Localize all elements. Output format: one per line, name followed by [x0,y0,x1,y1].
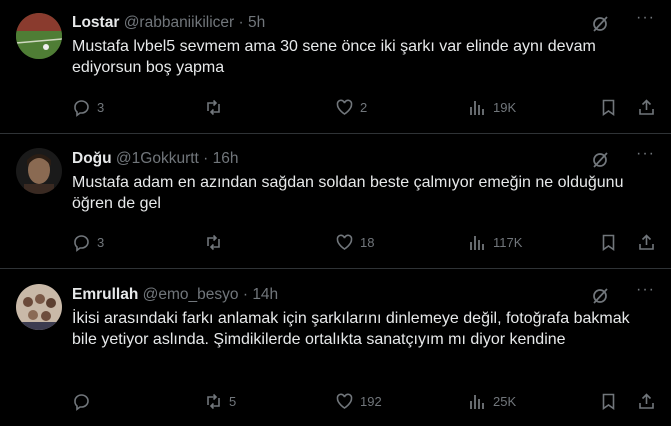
views-icon [468,98,487,117]
views-icon [468,233,487,252]
tweet-text: Mustafa adam en azından sağdan soldan be… [72,174,624,212]
timestamp[interactable]: 16h [213,150,239,167]
like-button[interactable]: 18 [335,233,374,252]
reply-icon [72,233,91,252]
bookmark-button[interactable] [599,233,618,252]
timestamp[interactable]: 5h [248,14,265,31]
user-handle[interactable]: @1Gokkurtt [116,150,199,167]
view-count: 25K [493,394,517,409]
like-icon [335,98,354,117]
views-icon [468,392,487,411]
retweet-button[interactable]: 5 [204,392,236,411]
retweet-icon [204,233,223,252]
views-button[interactable]: 117K [468,233,522,252]
reply-button[interactable] [72,392,97,411]
grok-icon[interactable] [591,151,609,169]
tweet[interactable]: Lostar @rabbaniikilicer · 5h ··· Mustafa… [0,0,671,134]
grok-icon[interactable] [591,15,609,33]
like-count: 2 [360,100,368,115]
bookmark-icon [599,98,618,117]
separator-dot: · [238,14,244,31]
like-count: 192 [360,394,382,409]
share-icon [637,233,656,252]
bookmark-button[interactable] [599,392,618,411]
bookmark-icon [599,233,618,252]
retweet-button[interactable] [204,98,229,117]
more-icon[interactable]: ··· [636,281,655,299]
bookmark-button[interactable] [599,98,618,117]
separator-dot: · [203,150,209,167]
view-count: 19K [493,100,517,115]
separator-dot: · [242,286,248,303]
retweet-button[interactable] [204,233,229,252]
tweet-text: İkisi arasındaki farkı anlamak için şark… [72,310,630,348]
view-count: 117K [493,235,523,250]
views-button[interactable]: 19K [468,98,516,117]
display-name[interactable]: Lostar [72,14,119,31]
like-count: 18 [360,235,375,250]
grok-icon[interactable] [591,287,609,305]
tweet-text: Mustafa lvbel5 sevmem ama 30 sene önce i… [72,38,596,76]
share-button[interactable] [637,392,656,411]
reply-button[interactable]: 3 [72,233,104,252]
reply-icon [72,392,91,411]
user-handle[interactable]: @emo_besyo [143,286,239,303]
retweet-icon [204,392,223,411]
reply-count: 3 [97,235,105,250]
avatar[interactable] [16,284,62,330]
display-name[interactable]: Doğu [72,150,112,167]
retweet-icon [204,98,223,117]
more-icon[interactable]: ··· [636,9,655,27]
like-icon [335,233,354,252]
user-handle[interactable]: @rabbaniikilicer [124,14,235,31]
views-button[interactable]: 25K [468,392,516,411]
bookmark-icon [599,392,618,411]
share-button[interactable] [637,233,656,252]
reply-button[interactable]: 3 [72,98,104,117]
share-button[interactable] [637,98,656,117]
retweet-count: 5 [229,394,237,409]
like-button[interactable]: 192 [335,392,382,411]
share-icon [637,98,656,117]
like-button[interactable]: 2 [335,98,367,117]
more-icon[interactable]: ··· [636,145,655,163]
display-name[interactable]: Emrullah [72,286,138,303]
reply-icon [72,98,91,117]
like-icon [335,392,354,411]
avatar[interactable] [16,13,62,59]
reply-count: 3 [97,100,105,115]
tweet[interactable]: Emrullah @emo_besyo · 14h ··· İkisi aras… [0,269,671,426]
avatar[interactable] [16,148,62,194]
share-icon [637,392,656,411]
timestamp[interactable]: 14h [252,286,278,303]
tweet[interactable]: Doğu @1Gokkurtt · 16h ··· Mustafa adam e… [0,134,671,269]
